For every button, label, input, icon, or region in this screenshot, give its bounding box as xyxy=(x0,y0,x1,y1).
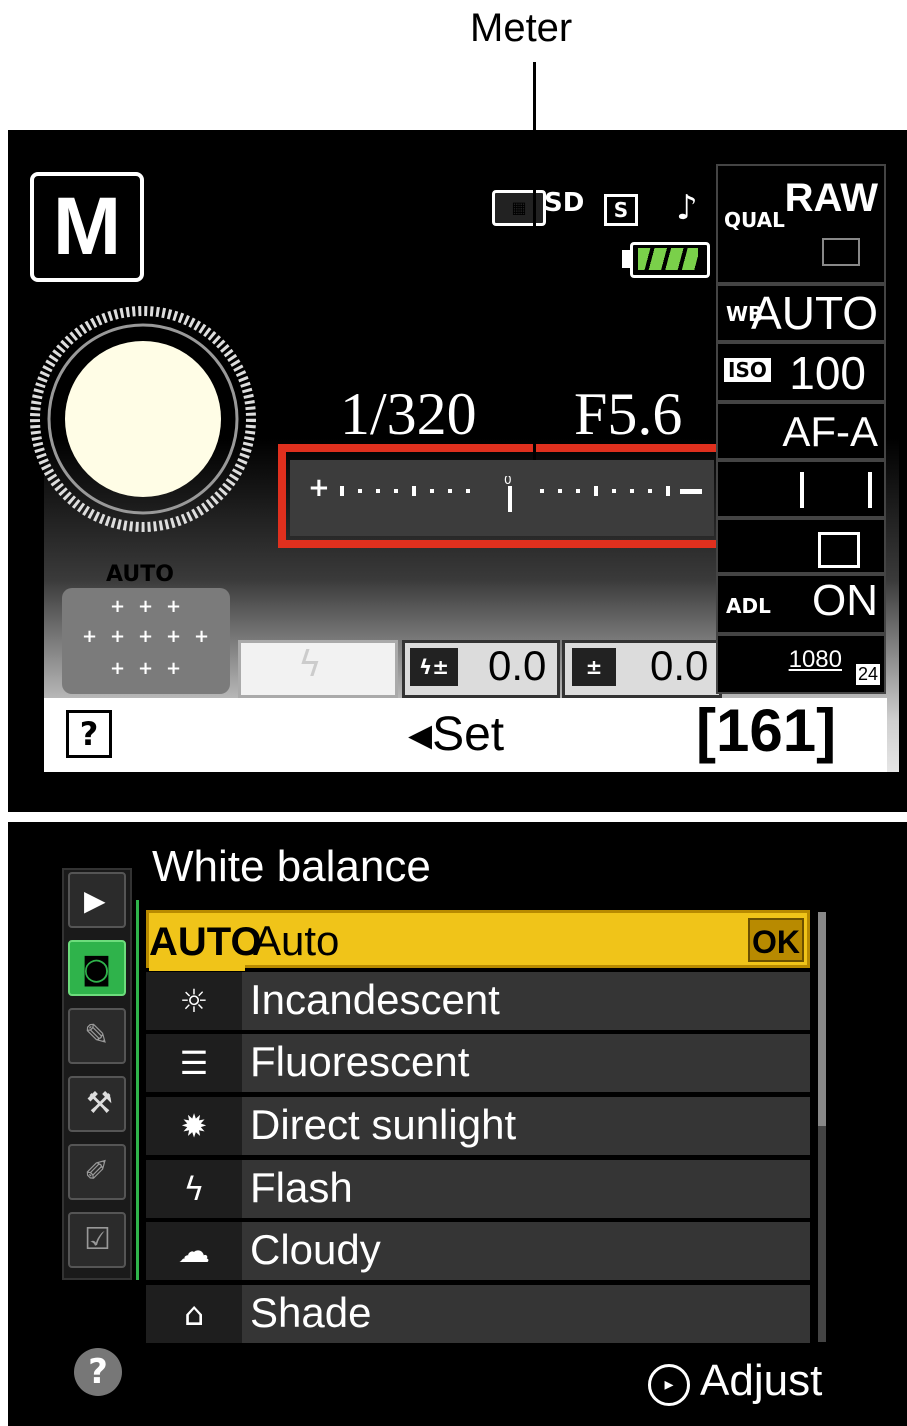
exposure-compensation-value: 0.0 xyxy=(650,642,709,689)
tab-retouch[interactable]: ✐ xyxy=(68,1144,126,1200)
menu-title: White balance xyxy=(152,842,431,891)
flash-compensation-icon: ϟ± xyxy=(410,648,458,686)
quality-label: QUAL xyxy=(724,208,785,232)
wb-option-label: Fluorescent xyxy=(250,1038,470,1085)
recent-settings-icon: ☑ xyxy=(84,1222,111,1257)
aperture-dial-icon xyxy=(30,306,256,532)
adl-value: ON xyxy=(812,576,878,625)
adl-cell[interactable]: ADL ON xyxy=(716,574,886,634)
sun-icon: ✹ xyxy=(146,1097,242,1155)
meter-callout-line xyxy=(533,62,536,460)
ok-button[interactable]: OK xyxy=(748,918,804,962)
wb-option-shade[interactable]: ⌂ Shade xyxy=(146,1285,810,1343)
wb-option-fluorescent[interactable]: ☰ Fluorescent xyxy=(146,1034,810,1092)
active-tab-indicator xyxy=(136,900,139,1280)
exposure-compensation-icon: ± xyxy=(572,648,616,686)
movie-resolution: 1080 xyxy=(788,646,842,673)
meter-callout-label: Meter xyxy=(470,6,573,50)
set-arrow-icon: ◂ xyxy=(408,708,433,761)
auto-wb-icon: AUTO xyxy=(149,913,262,971)
battery-level xyxy=(638,248,698,270)
tab-shooting[interactable]: ◙ xyxy=(68,940,126,996)
help-button[interactable]: ? xyxy=(66,710,112,758)
adl-label: ADL xyxy=(726,594,771,618)
set-hint: ◂Set xyxy=(408,706,504,762)
mode-indicator: M xyxy=(30,172,144,282)
meter-highlight-box xyxy=(278,444,724,548)
wb-option-label: Cloudy xyxy=(250,1226,381,1273)
cloud-icon: ☁ xyxy=(146,1222,242,1280)
single-frame-icon: S xyxy=(604,194,638,226)
white-balance-cell[interactable]: WB AUTO xyxy=(716,284,886,342)
movie-fps: 24 xyxy=(855,664,880,685)
aperture-value: F5.6 xyxy=(574,381,683,447)
image-area-icon: ▦ xyxy=(492,190,546,226)
pencil-icon: ✎ xyxy=(84,1018,110,1053)
menu-scroll-thumb[interactable] xyxy=(818,912,826,1126)
wb-option-auto[interactable]: AUTO Auto xyxy=(146,910,810,971)
tab-setup[interactable]: ⚒ xyxy=(68,1076,126,1132)
af-mode-cell[interactable]: AF-A xyxy=(716,402,886,460)
wb-option-label: Shade xyxy=(250,1289,372,1336)
incandescent-icon: ☼ xyxy=(146,972,242,1030)
playback-icon: ▶ xyxy=(84,884,106,917)
shutter-speed: 1/320 xyxy=(340,381,477,447)
battery-cap xyxy=(622,250,630,268)
flash-compensation-value: 0.0 xyxy=(488,642,547,689)
wb-value: AUTO xyxy=(751,287,878,339)
flash-icon: ϟ xyxy=(298,644,322,685)
tab-playback[interactable]: ▶ xyxy=(68,872,126,928)
wb-option-label: Flash xyxy=(250,1164,353,1211)
wb-option-cloudy[interactable]: ☁ Cloudy xyxy=(146,1222,810,1280)
info-display: M ▦ SD S ♪ 1/320 F5.6 + 0 AUTO + + + + + + + +… xyxy=(8,130,907,812)
af-mode-value: AF-A xyxy=(782,408,878,455)
quality-cell[interactable]: QUAL RAW xyxy=(716,164,886,284)
af-area-auto-label: AUTO xyxy=(106,562,174,587)
iso-label: ISO xyxy=(724,358,771,382)
wb-option-incandescent[interactable]: ☼ Incandescent xyxy=(146,972,810,1030)
movie-settings-cell[interactable]: 1080 24 xyxy=(716,634,886,694)
retouch-icon: ✐ xyxy=(84,1154,110,1189)
metering-cell[interactable] xyxy=(716,518,886,574)
set-label: Set xyxy=(432,708,505,761)
wb-option-direct-sunlight[interactable]: ✹ Direct sunlight xyxy=(146,1097,810,1155)
metering-icon xyxy=(818,532,860,568)
tab-recent-settings[interactable]: ☑ xyxy=(68,1212,126,1268)
af-area-cell[interactable] xyxy=(716,460,886,518)
iso-value: 100 xyxy=(789,347,866,399)
wb-option-label: Incandescent xyxy=(250,976,500,1023)
shots-remaining: [161] xyxy=(696,697,837,764)
sd-card-icon: SD xyxy=(544,188,585,218)
wb-option-label: Auto xyxy=(253,917,340,964)
wb-option-label: Direct sunlight xyxy=(250,1101,517,1148)
help-icon[interactable]: ? xyxy=(74,1348,122,1396)
af-point-grid: + + + + + + + + + + + xyxy=(62,588,230,694)
af-area-mode-icon xyxy=(800,472,872,508)
camera-icon: ◙ xyxy=(82,952,112,987)
fluorescent-icon: ☰ xyxy=(146,1034,242,1092)
multi-selector-icon: ▸ xyxy=(648,1364,690,1406)
quality-value: RAW xyxy=(784,176,878,220)
tab-custom-settings[interactable]: ✎ xyxy=(68,1008,126,1064)
adjust-hint: Adjust xyxy=(700,1356,823,1405)
shade-icon: ⌂ xyxy=(146,1285,242,1343)
wrench-icon: ⚒ xyxy=(86,1086,113,1121)
beep-icon: ♪ xyxy=(676,188,698,228)
wb-option-flash[interactable]: ϟ Flash xyxy=(146,1160,810,1218)
flash-icon: ϟ xyxy=(146,1160,242,1218)
iso-cell[interactable]: ISO 100 xyxy=(716,342,886,402)
image-size-icon xyxy=(822,238,860,266)
